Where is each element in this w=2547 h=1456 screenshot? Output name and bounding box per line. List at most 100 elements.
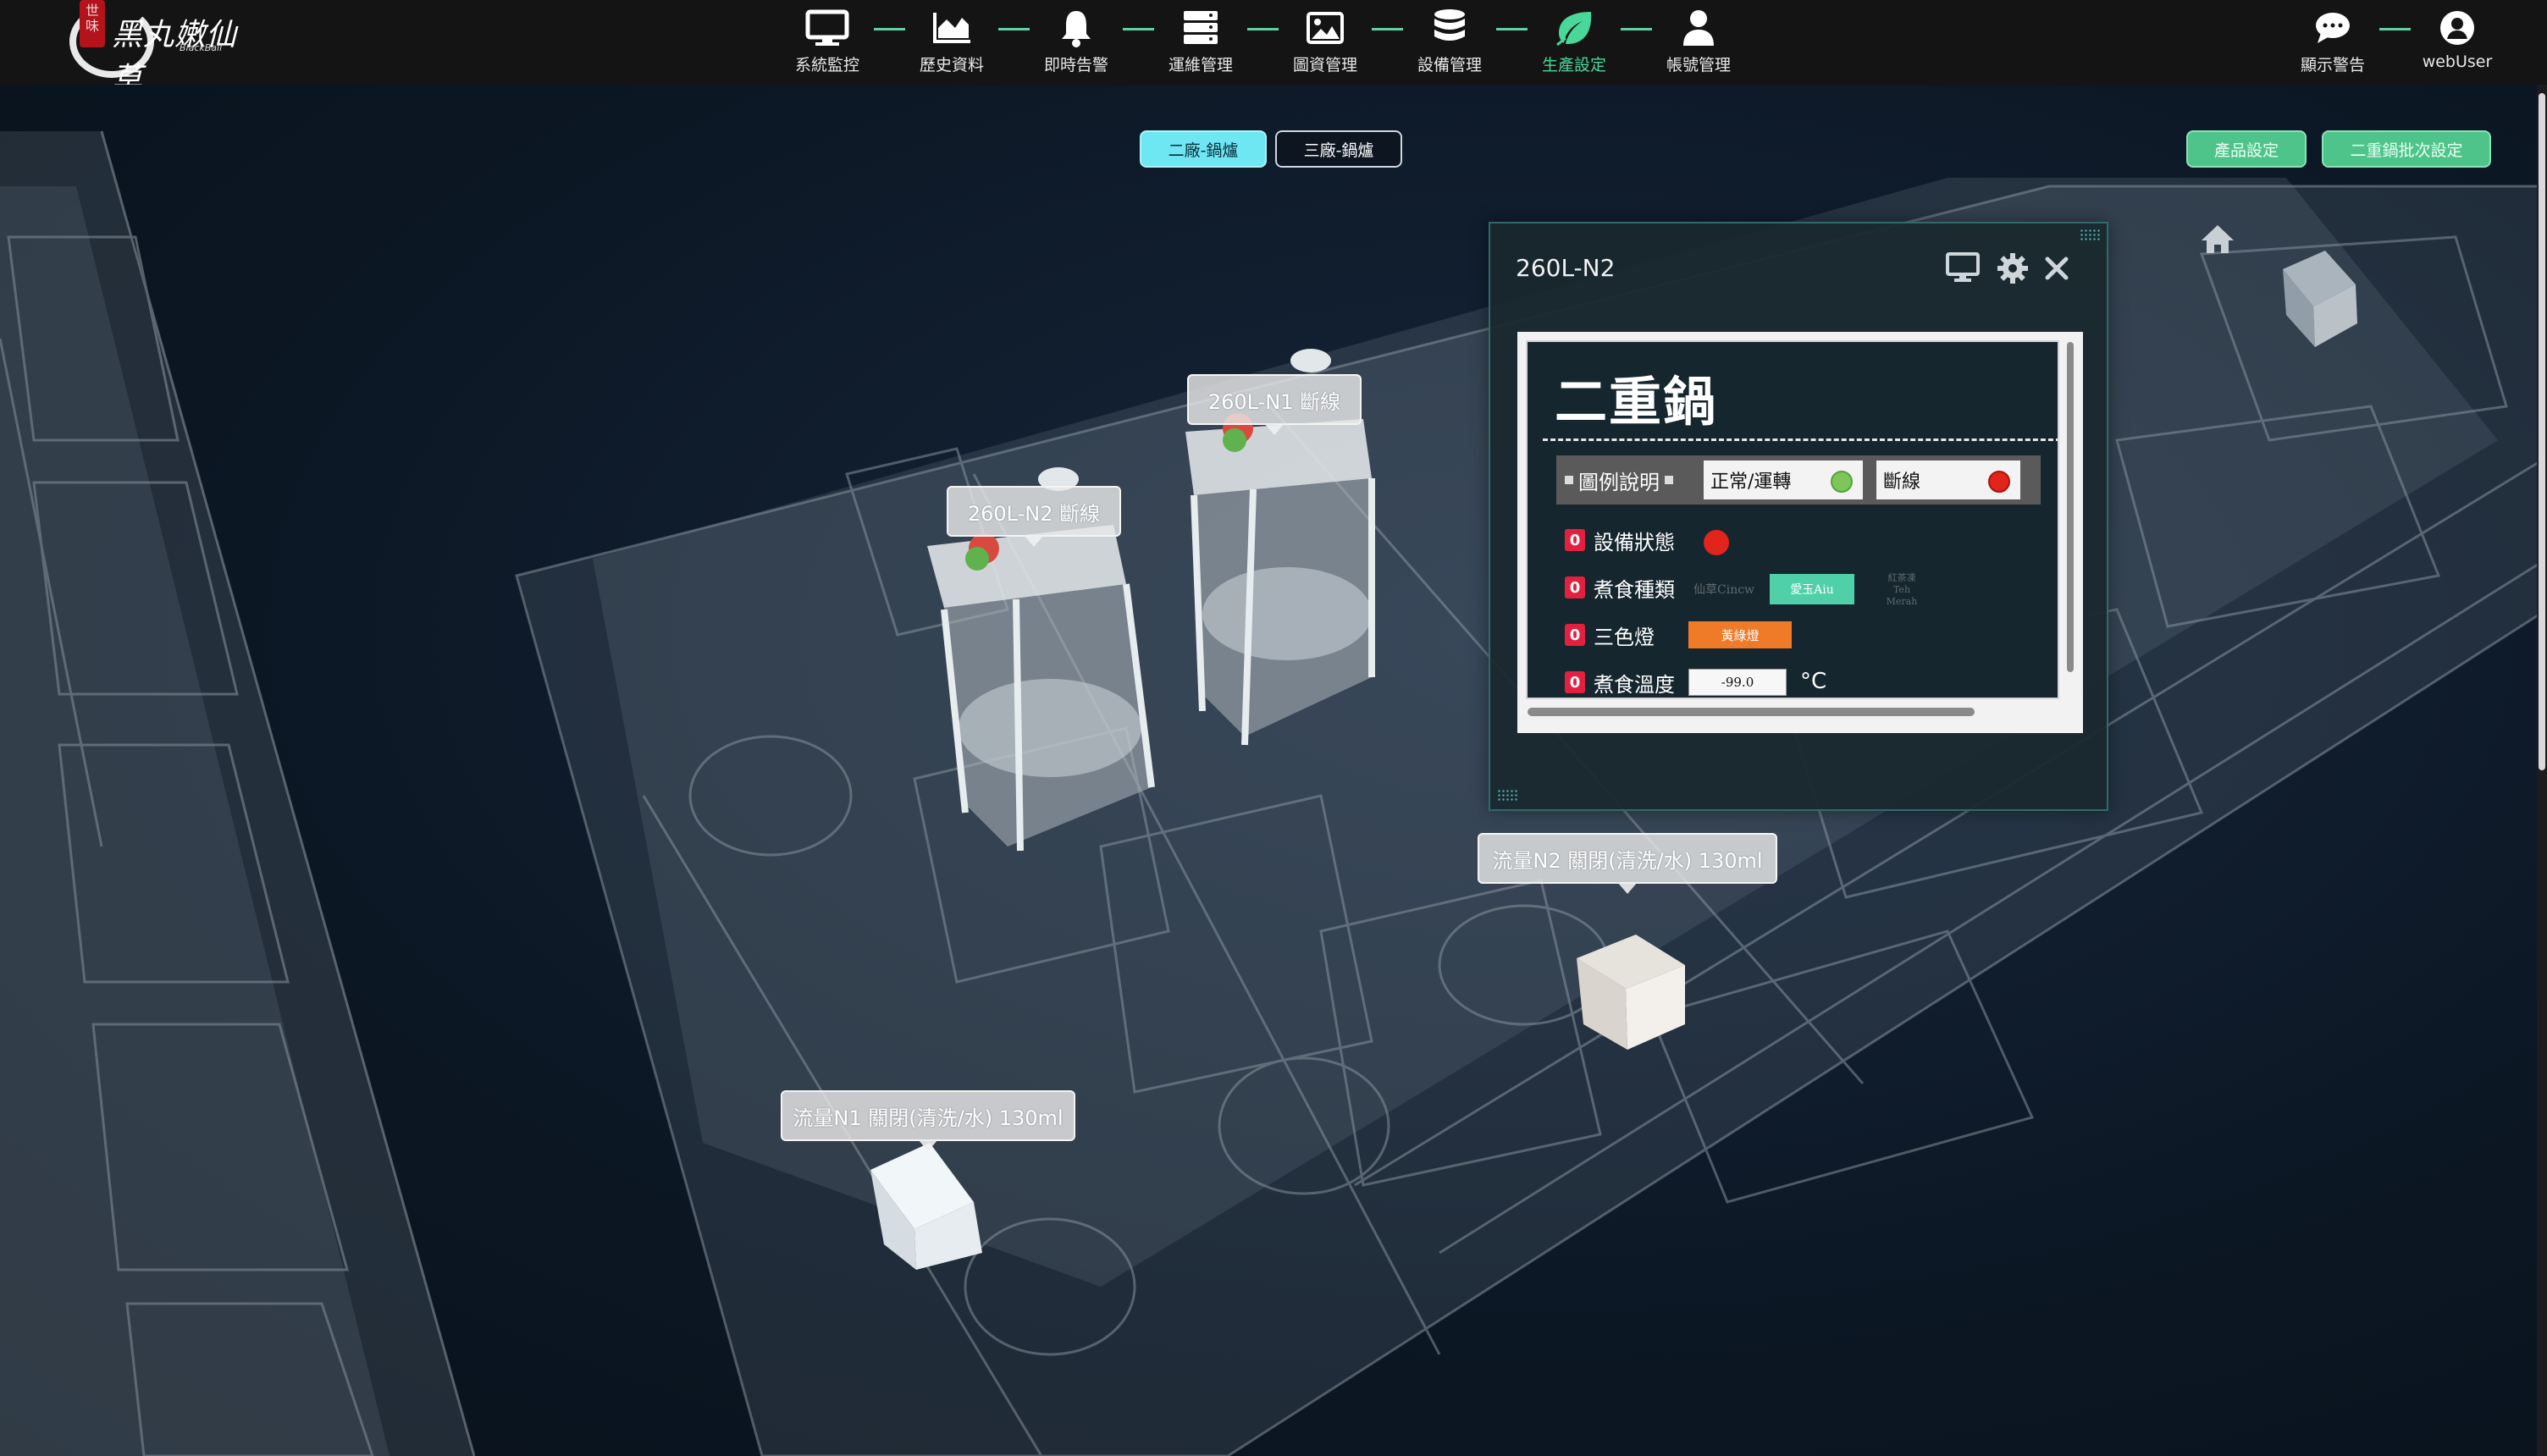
row-label: 煮食種類 bbox=[1594, 577, 1675, 602]
user-nav: 顯示警告 webUser bbox=[2286, 0, 2504, 85]
tab-plant3-boiler[interactable]: 三廠-鍋爐 bbox=[1275, 130, 1402, 168]
nav-label: 顯示警告 bbox=[2300, 56, 2365, 74]
dialog-corner-decoration bbox=[2080, 229, 2100, 242]
nav-item-system-monitor[interactable]: 系統監控 bbox=[781, 0, 874, 85]
row-label: 設備狀態 bbox=[1594, 530, 1675, 554]
server-icon bbox=[1179, 7, 1223, 49]
legend-normal-label: 正常/運轉 bbox=[1710, 472, 1792, 493]
nav-separator bbox=[1123, 28, 1154, 30]
legend: 圖例說明 正常/運轉 斷線 bbox=[1556, 455, 2041, 505]
cooking-temp-value: -99.0 bbox=[1688, 669, 1787, 696]
kettle-status-board: 二重鍋 圖例說明 正常/運轉 斷線 0 設備狀態 0 煮食種類 仙草Cincw … bbox=[1526, 340, 2059, 699]
nav-separator bbox=[998, 28, 1030, 30]
nav-separator bbox=[1247, 28, 1279, 30]
nav-item-show-alerts[interactable]: 顯示警告 bbox=[2286, 0, 2379, 85]
kettle-n1-label[interactable]: 260L-N1 斷線 bbox=[1187, 374, 1362, 435]
close-icon[interactable] bbox=[2042, 254, 2071, 283]
brand-logo[interactable]: 世 味 黑丸嫩仙草 BlackBall bbox=[59, 0, 254, 97]
nav-separator bbox=[2379, 28, 2411, 30]
device-status-indicator bbox=[1704, 530, 1729, 555]
device-board-frame: 二重鍋 圖例說明 正常/運轉 斷線 0 設備狀態 0 煮食種類 仙草Cincw … bbox=[1517, 332, 2083, 733]
food-type-row: 0 煮食種類 bbox=[1565, 571, 1675, 604]
scrollbar-thumb[interactable] bbox=[2539, 93, 2545, 770]
device-status-row: 0 設備狀態 bbox=[1565, 523, 1675, 557]
leaf-icon bbox=[1552, 7, 1596, 49]
database-icon bbox=[1428, 7, 1472, 49]
user-icon bbox=[1677, 7, 1721, 49]
nav-label: 生產設定 bbox=[1541, 56, 1606, 74]
flow-n1-label[interactable]: 流量N1 關閉(清洗/水) 130ml bbox=[781, 1090, 1075, 1151]
row-label: 煮食溫度 bbox=[1594, 672, 1675, 697]
gear-icon[interactable] bbox=[1997, 252, 2029, 284]
nav-item-account[interactable]: 帳號管理 bbox=[1652, 0, 1745, 85]
viewport-scrollbar[interactable] bbox=[2537, 85, 2547, 1456]
legend-bullet bbox=[1665, 476, 1673, 484]
row-label: 三色燈 bbox=[1594, 625, 1655, 649]
factory-3d-scene bbox=[0, 130, 2547, 1456]
nav-label: 系統監控 bbox=[794, 56, 859, 74]
tower-light-value: 黃綠燈 bbox=[1688, 621, 1792, 648]
food-option-text: 紅茶凍 bbox=[1887, 572, 1916, 583]
cooking-temp-row: 0 煮食溫度 bbox=[1565, 665, 1675, 698]
green-status-dot bbox=[1831, 471, 1853, 493]
monitor-icon[interactable] bbox=[1946, 252, 1980, 283]
legend-bullet bbox=[1565, 476, 1573, 484]
nav-item-history[interactable]: 歷史資料 bbox=[905, 0, 998, 85]
monitor-icon bbox=[805, 7, 849, 49]
home-icon[interactable] bbox=[2200, 222, 2235, 256]
nav-separator bbox=[1372, 28, 1403, 30]
nav-separator bbox=[1621, 28, 1652, 30]
nav-item-map[interactable]: 圖資管理 bbox=[1279, 0, 1372, 85]
image-icon bbox=[1303, 7, 1347, 49]
legend-normal: 正常/運轉 bbox=[1704, 461, 1863, 499]
nav-label: 歷史資料 bbox=[919, 56, 984, 74]
factory-floor-left bbox=[0, 130, 476, 1456]
nav-separator bbox=[1496, 28, 1528, 30]
kettle-n2-label[interactable]: 260L-N2 斷線 bbox=[947, 486, 1121, 547]
area-chart-icon bbox=[930, 7, 974, 49]
nav-item-device[interactable]: 設備管理 bbox=[1403, 0, 1496, 85]
top-navigation-bar: 世 味 黑丸嫩仙草 BlackBall 系統監控 歷史資料 即時告警 運維管理 … bbox=[0, 0, 2547, 97]
food-option-text: Teh Merah bbox=[1886, 584, 1918, 607]
bell-icon bbox=[1054, 7, 1098, 49]
count-badge: 0 bbox=[1565, 671, 1585, 693]
logo-seal: 世 味 bbox=[80, 0, 105, 47]
board-vertical-scrollbar[interactable] bbox=[2064, 340, 2076, 699]
logo-brand-sub: BlackBall bbox=[180, 42, 223, 53]
nav-label: 圖資管理 bbox=[1292, 56, 1357, 74]
food-option-aiyu: 愛玉Aiu bbox=[1770, 574, 1854, 604]
nav-label: 即時告警 bbox=[1043, 56, 1108, 74]
food-option-grass-jelly: 仙草Cincw bbox=[1693, 583, 1755, 597]
flow-n2-label[interactable]: 流量N2 關閉(清洗/水) 130ml bbox=[1478, 833, 1777, 894]
nav-item-production[interactable]: 生產設定 bbox=[1528, 0, 1621, 85]
board-title: 二重鍋 bbox=[1555, 371, 1718, 433]
main-nav: 系統監控 歷史資料 即時告警 運維管理 圖資管理 設備管理 生產設定 帳號管理 bbox=[781, 0, 1745, 85]
product-settings-button[interactable]: 產品設定 bbox=[2186, 130, 2307, 168]
chat-icon bbox=[2311, 7, 2355, 49]
kettle-batch-settings-button[interactable]: 二重鍋批次設定 bbox=[2322, 130, 2491, 168]
nav-separator bbox=[874, 28, 905, 30]
tab-plant2-boiler[interactable]: 二廠-鍋爐 bbox=[1140, 130, 1267, 168]
temp-unit: °C bbox=[1800, 669, 1827, 694]
legend-label: 圖例說明 bbox=[1578, 470, 1660, 494]
board-divider bbox=[1543, 438, 2058, 441]
count-badge: 0 bbox=[1565, 576, 1585, 598]
dialog-title: 260L-N2 bbox=[1516, 254, 1616, 282]
board-horizontal-scrollbar[interactable] bbox=[1526, 704, 2064, 720]
legend-offline: 斷線 bbox=[1876, 461, 2020, 499]
user-circle-icon bbox=[2435, 7, 2479, 49]
count-badge: 0 bbox=[1565, 529, 1585, 551]
scrollbar-thumb[interactable] bbox=[1528, 708, 1975, 716]
food-option-black-tea-jelly: 紅茶凍 Teh Merah bbox=[1876, 572, 1927, 608]
red-status-dot bbox=[1988, 471, 2010, 493]
legend-label-wrap: 圖例說明 bbox=[1565, 466, 1673, 495]
nav-item-alarm[interactable]: 即時告警 bbox=[1030, 0, 1123, 85]
nav-item-ops[interactable]: 運維管理 bbox=[1154, 0, 1247, 85]
tower-light-row: 0 三色燈 bbox=[1565, 618, 1655, 652]
dialog-corner-decoration bbox=[1497, 789, 1517, 802]
device-detail-dialog: 260L-N2 二重鍋 圖例說明 正常/運轉 斷線 0 設備狀態 0 煮食種類 … bbox=[1489, 222, 2108, 811]
factory-3d-viewport[interactable] bbox=[0, 85, 2547, 1456]
nav-label: webUser bbox=[2422, 52, 2493, 71]
scrollbar-thumb[interactable] bbox=[2067, 342, 2074, 672]
nav-item-user[interactable]: webUser bbox=[2411, 0, 2504, 85]
